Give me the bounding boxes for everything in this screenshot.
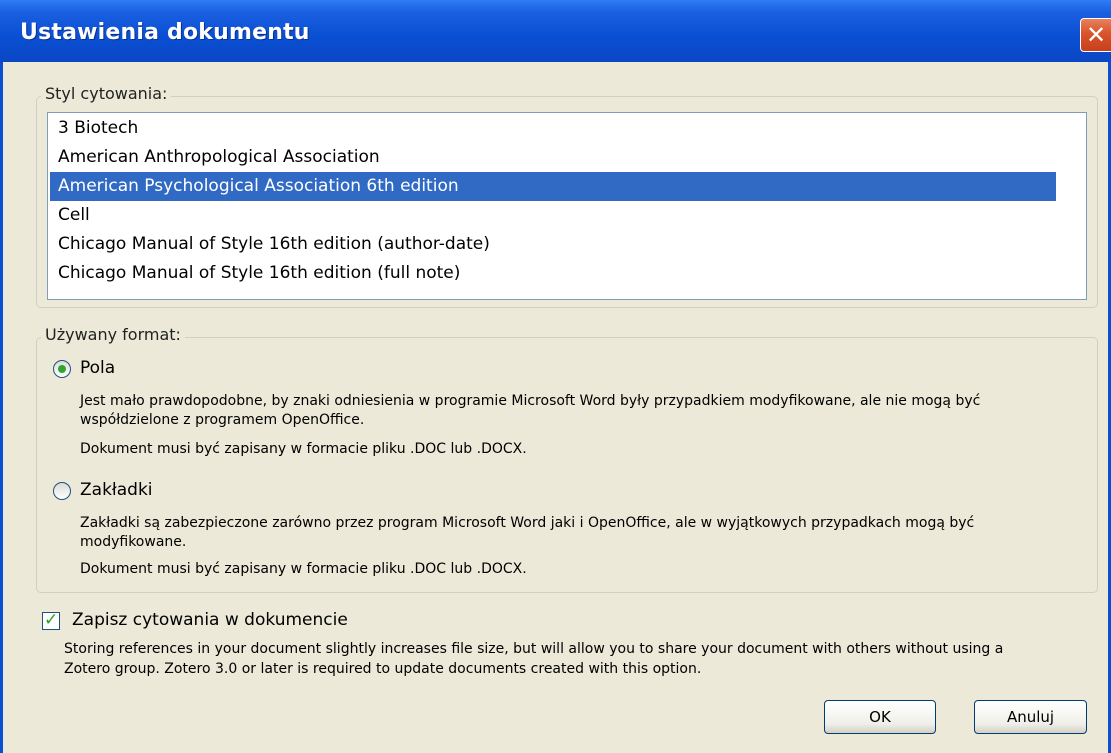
list-item[interactable]: American Anthropological Association	[50, 143, 1056, 172]
list-item[interactable]: 3 Biotech	[50, 114, 1056, 143]
list-item[interactable]: Chicago Manual of Style 16th edition (fu…	[50, 259, 1056, 288]
cancel-button[interactable]: Anuluj	[974, 700, 1087, 734]
citation-style-list[interactable]: 3 Biotech American Anthropological Assoc…	[47, 112, 1087, 300]
option-fields-label[interactable]: Pola	[80, 358, 115, 378]
store-citations-desc: Storing references in your document slig…	[64, 641, 1004, 657]
option-fields-desc: współdzielone z programem OpenOffice.	[80, 412, 365, 428]
format-group	[36, 337, 1098, 593]
list-item[interactable]: Cell	[50, 201, 1056, 230]
window-frame-left	[0, 62, 3, 753]
store-citations-checkbox[interactable]: ✓	[42, 610, 60, 630]
list-item[interactable]: Chicago Manual of Style 16th edition (au…	[50, 230, 1056, 259]
store-citations-label[interactable]: Zapisz cytowania w dokumencie	[72, 610, 348, 630]
radio-selected-dot	[58, 365, 66, 373]
window-title: Ustawienia dokumentu	[20, 20, 310, 45]
format-label: Używany format:	[41, 325, 185, 344]
radio-bookmarks[interactable]	[53, 482, 71, 500]
option-bookmarks-desc: Dokument musi być zapisany w formacie pl…	[80, 561, 527, 577]
title-bar[interactable]: Ustawienia dokumentu ✕	[0, 0, 1111, 62]
citation-style-label: Styl cytowania:	[41, 84, 172, 103]
option-fields-desc: Dokument musi być zapisany w formacie pl…	[80, 441, 527, 457]
option-fields-desc: Jest mało prawdopodobne, by znaki odnies…	[80, 393, 981, 409]
ok-button[interactable]: OK	[824, 700, 936, 734]
store-citations-desc: Zotero group. Zotero 3.0 or later is req…	[64, 661, 702, 677]
option-bookmarks-desc: modyfikowane.	[80, 534, 187, 550]
close-x-icon: ✕	[1086, 21, 1107, 49]
radio-fields[interactable]	[53, 360, 71, 378]
close-button[interactable]: ✕	[1080, 18, 1111, 52]
document-settings-dialog: Ustawienia dokumentu ✕ Styl cytowania: 3…	[0, 0, 1111, 753]
list-item-selected[interactable]: American Psychological Association 6th e…	[50, 172, 1056, 201]
option-bookmarks-label[interactable]: Zakładki	[80, 480, 153, 500]
option-bookmarks-desc: Zakładki są zabezpieczone zarówno przez …	[80, 515, 975, 531]
checkmark-icon: ✓	[44, 610, 59, 630]
